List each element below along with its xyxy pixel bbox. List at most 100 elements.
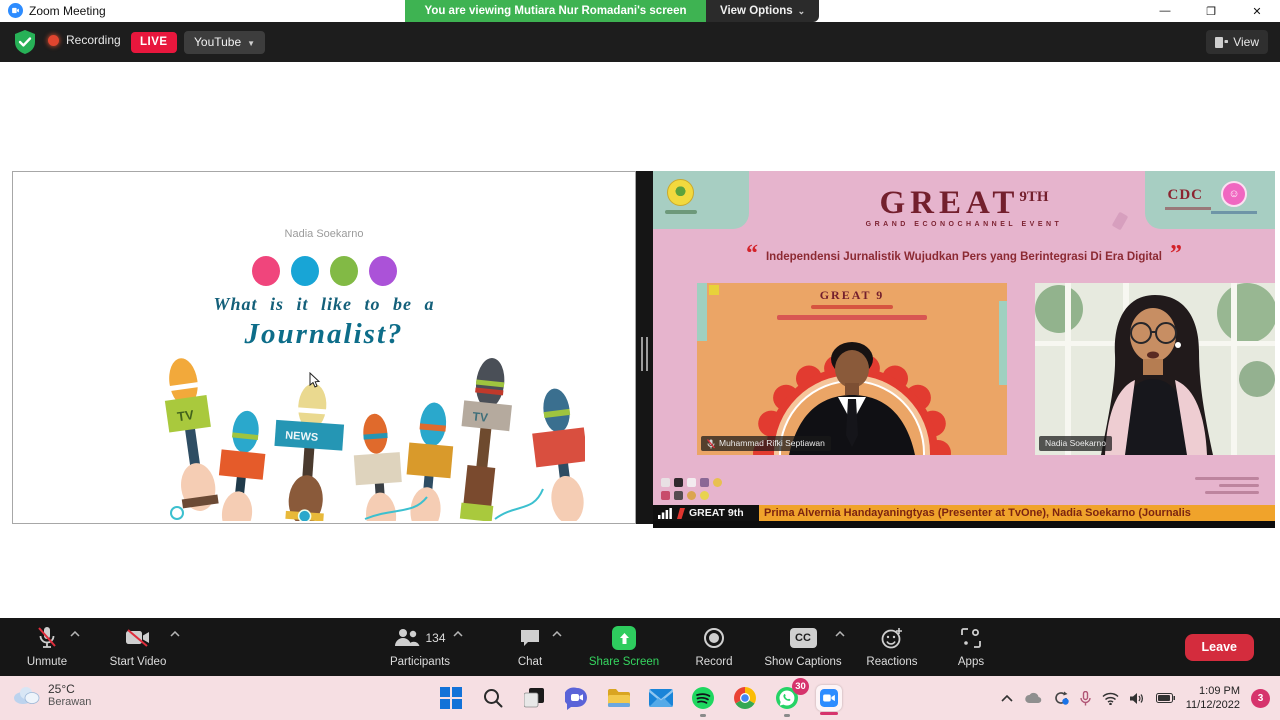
unmute-button[interactable]: Unmute (6, 625, 88, 668)
panel-splitter (636, 171, 653, 524)
svg-text:TV: TV (472, 409, 489, 425)
minimize-button[interactable]: — (1142, 0, 1188, 22)
share-screen-button[interactable]: Share Screen (578, 625, 670, 668)
svg-text:NEWS: NEWS (285, 430, 319, 444)
mic-muted-icon (38, 627, 56, 648)
task-view-icon[interactable] (522, 685, 548, 711)
slide-color-dots (13, 256, 635, 286)
start-video-button[interactable]: Start Video (88, 625, 188, 668)
cloud-weather-icon (14, 687, 40, 704)
speaker-left-name-tag: Muhammad Rifki Septiawan (701, 436, 831, 451)
share-screen-icon (612, 626, 636, 650)
chevron-up-icon[interactable] (453, 631, 463, 637)
video-letterbox (653, 521, 1275, 528)
meeting-control-bar: Recording LIVE YouTube ▼ View (0, 22, 1280, 62)
view-options-button[interactable]: View Options ⌄ (706, 0, 820, 22)
chevron-down-icon: ▼ (247, 39, 256, 48)
window-title-bar: Zoom Meeting You are viewing Mutiara Nur… (0, 0, 1280, 22)
event-quote: “ Independensi Jurnalistik Wujudkan Pers… (745, 241, 1182, 267)
weather-desc: Berawan (48, 696, 92, 708)
window-controls: — ❐ ✕ (1142, 0, 1280, 22)
slide-title-line2: Journalist? (244, 318, 404, 350)
search-icon[interactable] (480, 685, 506, 711)
whatsapp-icon[interactable]: 30 (774, 678, 809, 711)
chat-button[interactable]: Chat (492, 625, 568, 668)
apps-button[interactable]: Apps (932, 625, 1010, 668)
reactions-button[interactable]: Reactions (850, 625, 934, 668)
notification-badge[interactable]: 3 (1251, 688, 1270, 708)
active-app-indicator (820, 712, 838, 715)
tile-mini-logo: GREAT 9 (819, 288, 885, 302)
record-icon (704, 628, 724, 648)
stream-service-dropdown[interactable]: YouTube ▼ (184, 31, 266, 54)
start-button[interactable] (438, 685, 464, 711)
tray-chevron-up-icon[interactable] (1001, 694, 1013, 702)
chevron-up-icon[interactable] (170, 631, 180, 637)
chrome-icon[interactable] (732, 685, 758, 711)
event-logo: GREAT9TH GRAND ECONOCHANNEL EVENT (653, 182, 1275, 229)
mouse-cursor (309, 372, 321, 388)
recording-indicator[interactable]: Recording (48, 33, 121, 47)
weather-temp: 25°C (48, 682, 75, 696)
speaker-right-name-tag: Nadia Soekarno (1039, 436, 1112, 451)
participants-button[interactable]: 134 Participants (375, 625, 465, 668)
clock-time: 1:09 PM (1199, 685, 1240, 697)
close-quote-icon: ” (1170, 241, 1182, 267)
live-badge: LIVE (131, 32, 177, 53)
slide-title-line1: What is it like to be a (213, 294, 435, 314)
video-tile-speaker-left: GREAT 9 Muhammad Rifki Septiawan (697, 283, 1007, 455)
ticker-text: Prima Alvernia Handayaningtyas (Presente… (759, 505, 1275, 521)
volume-icon[interactable] (1129, 692, 1145, 705)
mail-icon[interactable] (648, 685, 674, 711)
news-ticker: GREAT 9th Prima Alvernia Handayaningtyas… (653, 505, 1275, 521)
battery-icon[interactable] (1155, 693, 1175, 703)
chevron-up-icon[interactable] (70, 631, 80, 637)
show-captions-button[interactable]: CC Show Captions (751, 625, 855, 668)
event-tagline: GRAND ECONOCHANNEL EVENT (865, 221, 1063, 228)
taskbar-app-icons: 30 (438, 676, 842, 720)
reactions-smiley-icon (881, 628, 902, 649)
channel-logo-icon (677, 507, 685, 519)
tile-decor (999, 301, 1007, 385)
windows-taskbar: 25°C Berawan 30 1:09 PM 11/12/2022 3 (0, 676, 1280, 720)
taskbar-clock[interactable]: 1:09 PM 11/12/2022 (1186, 684, 1240, 712)
file-explorer-icon[interactable] (606, 685, 632, 711)
wifi-icon[interactable] (1102, 692, 1119, 705)
security-shield-icon[interactable] (12, 29, 38, 55)
microphones-illustration: TV NEWS TV (164, 358, 585, 521)
layout-icon (1215, 36, 1229, 48)
shared-screen-panel: Nadia Soekarno What is it like to be a J… (12, 171, 636, 524)
dot-pink (251, 256, 280, 286)
sponsor-logos (661, 478, 731, 500)
microphone-tray-icon[interactable] (1080, 690, 1091, 706)
teams-chat-icon[interactable] (564, 685, 590, 711)
muted-mic-icon (707, 438, 715, 448)
onedrive-cloud-icon[interactable] (1024, 692, 1042, 704)
view-layout-button[interactable]: View (1206, 30, 1268, 54)
maximize-button[interactable]: ❐ (1188, 0, 1234, 22)
video-tile-speaker-right: Nadia Soekarno (1035, 283, 1275, 455)
apps-icon (961, 628, 981, 648)
spotify-icon[interactable] (690, 685, 716, 711)
slide-presenter-name: Nadia Soekarno (284, 228, 364, 240)
watermark-text-decor (1195, 473, 1265, 498)
tile-decor-bar (777, 315, 927, 320)
participants-count: 134 (425, 631, 446, 645)
camera-off-icon (126, 629, 149, 647)
viewing-banner: You are viewing Mutiara Nur Romadani's s… (405, 0, 706, 22)
sync-icon[interactable] (1053, 691, 1069, 705)
system-tray: 1:09 PM 11/12/2022 3 (1001, 676, 1270, 720)
close-button[interactable]: ✕ (1234, 0, 1280, 22)
chevron-up-icon[interactable] (552, 631, 562, 637)
cc-icon: CC (789, 628, 817, 648)
dot-green (329, 256, 358, 286)
open-quote-icon: “ (745, 241, 758, 267)
ticker-badge: GREAT 9th (653, 505, 759, 521)
splitter-drag-handle[interactable] (641, 337, 648, 371)
chevron-up-icon[interactable] (835, 631, 845, 637)
weather-widget[interactable]: 25°C Berawan (12, 682, 91, 708)
zoom-taskbar-icon[interactable] (816, 685, 842, 715)
leave-button[interactable]: Leave (1184, 634, 1254, 661)
speaker-video-panel: CDC ☺ GREAT9TH GRAND ECONOCHANNEL EVENT … (653, 171, 1275, 528)
record-button[interactable]: Record (672, 625, 756, 668)
